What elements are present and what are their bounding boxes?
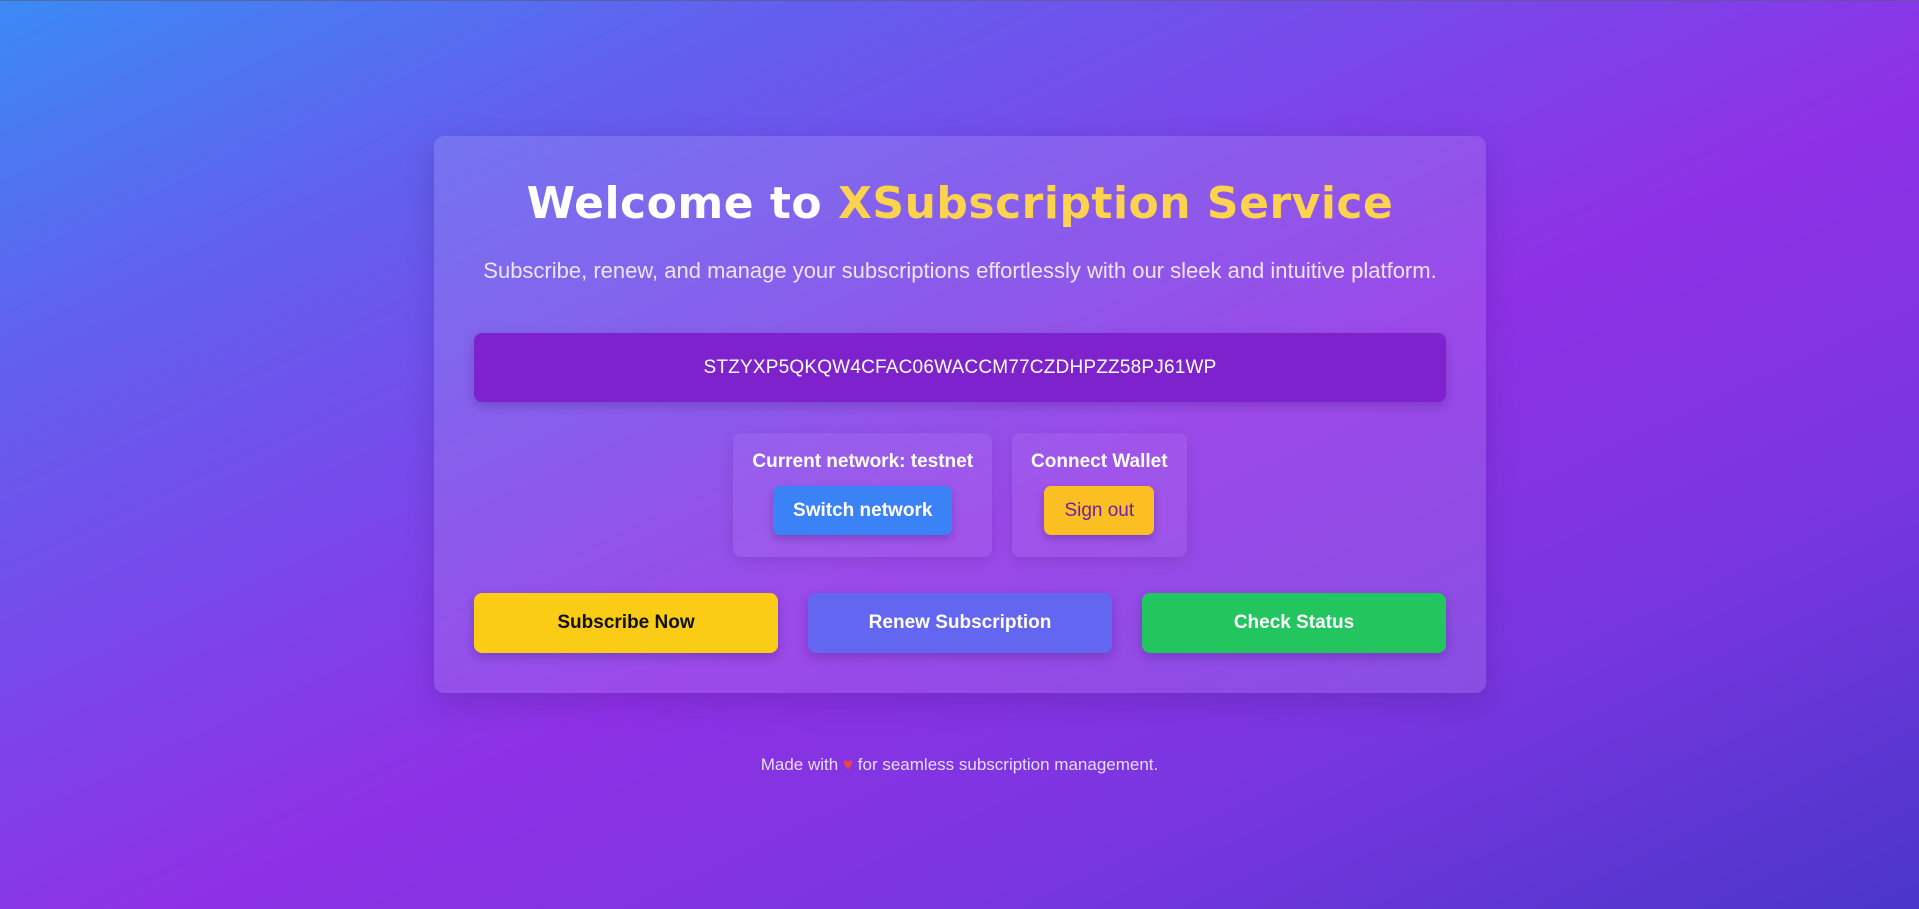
footer-suffix: for seamless subscription management. xyxy=(857,755,1159,774)
network-panel: Current network: testnet Switch network xyxy=(733,433,993,557)
action-buttons: Subscribe Now Renew Subscription Check S… xyxy=(474,593,1446,653)
title-prefix: Welcome to xyxy=(526,178,838,229)
check-status-button[interactable]: Check Status xyxy=(1142,593,1446,653)
renew-subscription-button[interactable]: Renew Subscription xyxy=(808,593,1112,653)
wallet-address-display: STZYXP5QKQW4CFAC06WACCM77CZDHPZZ58PJ61WP xyxy=(474,333,1446,402)
switch-network-button[interactable]: Switch network xyxy=(773,486,953,535)
current-network-label: Current network: testnet xyxy=(752,451,974,472)
page-subtitle: Subscribe, renew, and manage your subscr… xyxy=(483,258,1437,283)
top-border-line xyxy=(0,0,1919,1)
title-brand: XSubscription Service xyxy=(837,178,1394,229)
connect-wallet-label: Connect Wallet xyxy=(1031,451,1168,472)
main-card: Welcome to XSubscription Service Subscri… xyxy=(434,136,1486,693)
wallet-panel: Connect Wallet Sign out xyxy=(1012,433,1187,557)
page-title: Welcome to XSubscription Service xyxy=(434,176,1486,232)
sign-out-button[interactable]: Sign out xyxy=(1044,486,1155,535)
footer: Made with ♥ for seamless subscription ma… xyxy=(0,755,1919,775)
subscribe-now-button[interactable]: Subscribe Now xyxy=(474,593,778,653)
network-wallet-panels: Current network: testnet Switch network … xyxy=(434,433,1486,557)
wallet-address-text: STZYXP5QKQW4CFAC06WACCM77CZDHPZZ58PJ61WP xyxy=(703,356,1217,378)
heart-icon: ♥ xyxy=(842,755,854,774)
footer-prefix: Made with xyxy=(760,755,839,774)
